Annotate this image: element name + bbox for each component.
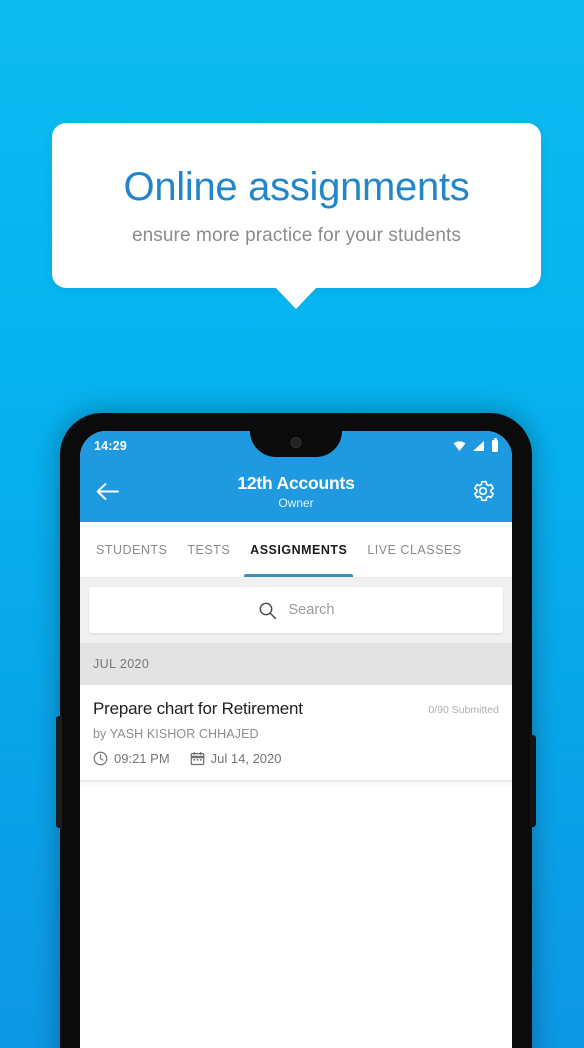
promo-card: Online assignments ensure more practice … bbox=[52, 123, 541, 288]
list-item[interactable]: Prepare chart for Retirement 0/90 Submit… bbox=[80, 685, 512, 781]
tab-assignments[interactable]: ASSIGNMENTS bbox=[240, 522, 357, 577]
search-input[interactable]: Search bbox=[89, 587, 503, 633]
app-bar: 12th Accounts Owner bbox=[80, 460, 512, 522]
signal-icon bbox=[473, 440, 484, 451]
search-placeholder: Search bbox=[288, 602, 335, 618]
status-bar-time: 14:29 bbox=[94, 438, 127, 453]
promo-card-tail bbox=[275, 287, 317, 309]
gear-icon[interactable] bbox=[470, 478, 496, 504]
battery-icon bbox=[492, 437, 498, 452]
promo-title: Online assignments bbox=[123, 164, 470, 209]
page-subtitle: Owner bbox=[278, 495, 314, 510]
phone-volume-button bbox=[56, 716, 62, 828]
list-empty-space bbox=[80, 787, 512, 1048]
assignment-time: 09:21 PM bbox=[114, 751, 170, 766]
tab-students[interactable]: STUDENTS bbox=[86, 522, 177, 577]
phone-screen: 14:29 12th Accounts Owner STUDENTS TESTS… bbox=[80, 431, 512, 1048]
assignment-title: Prepare chart for Retirement bbox=[93, 699, 303, 718]
assignment-meta-row: 09:21 PM Jul 14, 2020 bbox=[93, 751, 499, 766]
promo-subtitle: ensure more practice for your students bbox=[131, 224, 462, 246]
search-icon bbox=[259, 602, 276, 619]
wifi-icon bbox=[453, 440, 466, 451]
phone-power-button bbox=[530, 735, 536, 827]
app-bar-titles: 12th Accounts Owner bbox=[80, 473, 512, 510]
back-arrow-icon[interactable] bbox=[96, 482, 119, 501]
assignments-list: JUL 2020 Prepare chart for Retirement 0/… bbox=[80, 643, 512, 1048]
assignment-date: Jul 14, 2020 bbox=[210, 751, 282, 766]
phone-notch bbox=[250, 431, 342, 457]
page-title: 12th Accounts bbox=[237, 472, 355, 493]
status-bar-icons bbox=[453, 437, 498, 452]
list-section-header-label: JUL 2020 bbox=[93, 657, 150, 671]
tab-tests-label: TESTS bbox=[187, 542, 231, 557]
list-section-header: JUL 2020 bbox=[80, 643, 512, 685]
tab-bar: STUDENTS TESTS ASSIGNMENTS LIVE CLASSES bbox=[80, 522, 512, 578]
assignment-author: by YASH KISHOR CHHAJED bbox=[93, 727, 259, 741]
assignment-header-row: Prepare chart for Retirement 0/90 Submit… bbox=[93, 699, 499, 719]
tab-students-label: STUDENTS bbox=[96, 542, 168, 557]
tab-tests[interactable]: TESTS bbox=[177, 522, 240, 577]
tab-live-classes-label: LIVE CLASSES bbox=[367, 542, 462, 557]
clock-icon bbox=[93, 751, 108, 766]
front-camera-icon bbox=[290, 437, 302, 448]
search-area: Search bbox=[80, 578, 512, 643]
tab-live-classes[interactable]: LIVE CLASSES bbox=[357, 522, 471, 577]
calendar-icon bbox=[190, 751, 204, 766]
promo-screenshot-stage: Online assignments ensure more practice … bbox=[0, 0, 584, 1048]
tab-assignments-label: ASSIGNMENTS bbox=[250, 542, 348, 557]
assignment-submitted-count: 0/90 Submitted bbox=[428, 704, 499, 716]
phone-device-frame: 14:29 12th Accounts Owner STUDENTS TESTS… bbox=[56, 413, 536, 1048]
